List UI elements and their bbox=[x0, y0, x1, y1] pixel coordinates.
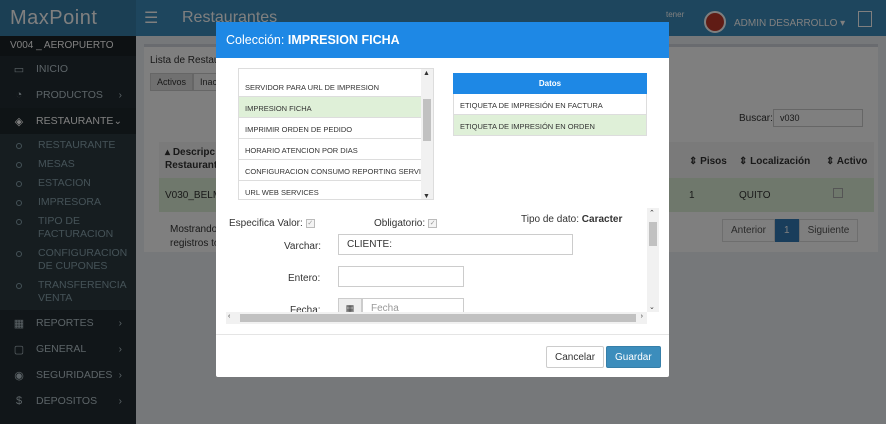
coleccion-list: SERVIDOR PARA URL DE IMPRESION IMPRESION… bbox=[238, 68, 434, 200]
tipo-dato-value: Caracter bbox=[581, 214, 623, 225]
tipo-dato-field: Tipo de dato: Caracter bbox=[521, 214, 623, 225]
list-item[interactable]: HORARIO ATENCION POR DIAS bbox=[239, 139, 433, 160]
obligatorio-checkbox[interactable]: ✓ bbox=[428, 218, 438, 228]
scroll-down-icon[interactable]: ⌄ bbox=[649, 303, 655, 311]
datos-row[interactable]: ETIQUETA DE IMPRESIÓN EN FACTURA bbox=[453, 94, 647, 115]
entero-label: Entero: bbox=[288, 273, 321, 284]
especifica-valor-field: Especifica Valor: ✓ bbox=[229, 218, 315, 229]
list-item[interactable]: IMPRIMIR ORDEN DE PEDIDO bbox=[239, 118, 433, 139]
varchar-label: Varchar: bbox=[284, 241, 322, 252]
entero-input[interactable] bbox=[338, 266, 464, 287]
form-area: Especifica Valor: ✓ Obligatorio: ✓ Tipo de… bbox=[226, 208, 657, 324]
datos-row-selected[interactable]: ETIQUETA DE IMPRESIÓN EN ORDEN bbox=[453, 115, 647, 136]
coleccion-modal: Colección: IMPRESION FICHA SERVIDOR PARA… bbox=[216, 22, 669, 377]
modal-footer: Cancelar Guardar bbox=[216, 334, 669, 377]
list-scrollbar[interactable]: ▲ ▼ bbox=[421, 69, 433, 199]
list-item[interactable]: CONFIGURACION CONSUMO REPORTING SERVICES bbox=[239, 160, 433, 181]
scroll-up-icon[interactable]: ⌃ bbox=[649, 209, 655, 217]
list-item[interactable]: URL WEB SERVICES bbox=[239, 181, 433, 199]
datos-header: Datos bbox=[453, 73, 647, 94]
form-scroll-thumb[interactable] bbox=[649, 222, 657, 246]
scroll-down-icon[interactable]: ▼ bbox=[423, 193, 430, 199]
list-scroll-thumb[interactable] bbox=[423, 99, 431, 141]
modal-header: Colección: IMPRESION FICHA bbox=[216, 22, 669, 58]
obligatorio-field: Obligatorio: ✓ bbox=[374, 218, 438, 229]
form-scroll-h-thumb[interactable] bbox=[240, 314, 636, 322]
scroll-left-icon[interactable]: ‹ bbox=[228, 313, 230, 320]
modal-title-prefix: Colección: bbox=[226, 33, 285, 47]
varchar-input[interactable]: CLIENTE: bbox=[338, 234, 573, 255]
cancel-button[interactable]: Cancelar bbox=[546, 346, 605, 368]
list-item[interactable]: SERVIDOR PARA URL DE IMPRESION bbox=[239, 76, 433, 97]
modal-title: IMPRESION FICHA bbox=[287, 33, 400, 47]
form-scrollbar-vertical[interactable]: ⌃ ⌄ bbox=[647, 208, 659, 312]
scroll-up-icon[interactable]: ▲ bbox=[423, 70, 430, 77]
form-scrollbar-horizontal[interactable]: ‹ › bbox=[226, 312, 647, 324]
save-button[interactable]: Guardar bbox=[606, 346, 661, 368]
list-item-selected[interactable]: IMPRESION FICHA bbox=[239, 97, 433, 118]
datos-table: Datos ETIQUETA DE IMPRESIÓN EN FACTURA E… bbox=[453, 73, 647, 136]
scroll-right-icon[interactable]: › bbox=[641, 313, 643, 320]
especifica-valor-checkbox[interactable]: ✓ bbox=[305, 218, 315, 228]
